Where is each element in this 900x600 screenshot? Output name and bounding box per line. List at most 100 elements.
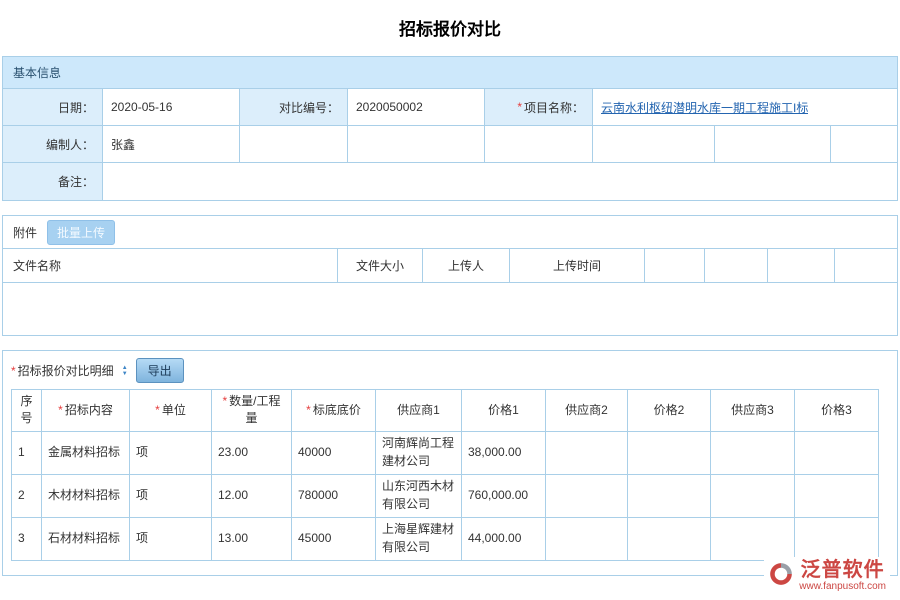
empty-cell-group [593,126,897,163]
cell-supplier1: 河南辉尚工程建材公司 [376,431,462,474]
cell-quantity: 12.00 [212,474,292,517]
detail-title-row: *招标报价对比明细 ▲▼ 导出 [3,351,897,389]
required-asterisk: * [306,403,311,417]
cell-supplier1: 山东河西木材有限公司 [376,474,462,517]
cell-price2 [628,517,711,560]
author-label-text: 编制人： [46,136,94,153]
table-row[interactable]: 1 金属材料招标 项 23.00 40000 河南辉尚工程建材公司 38,000… [12,431,879,474]
required-asterisk: * [222,394,227,408]
cell-supplier3 [711,474,795,517]
author-label: 编制人： [3,126,103,163]
compare-no-label: 对比编号： [240,89,348,126]
attachments-section: 附件 批量上传 文件名称 文件大小 上传人 上传时间 [2,215,898,336]
basic-row-3: 备注： [3,163,897,200]
detail-table: 序号 *招标内容 *单位 *数量/工程量 *标底底价 供应商1 价格1 供应商2… [11,389,879,561]
author-field[interactable]: 张鑫 [103,126,240,163]
cell-price1: 760,000.00 [462,474,546,517]
export-button[interactable]: 导出 [136,358,184,383]
cell-price2 [628,474,711,517]
footer-brand: 泛普软件 www.fanpusoft.com [764,557,890,594]
col-base-price: *标底底价 [292,390,376,432]
col-supplier3: 供应商3 [711,390,795,432]
remark-label: 备注： [3,163,103,200]
project-name-label: *项目名称： [485,89,593,126]
cell-base-price: 45000 [292,517,376,560]
remark-field[interactable] [103,163,897,200]
cell-supplier2 [546,431,628,474]
col-unit: *单位 [130,390,212,432]
attach-col-filesize: 文件大小 [338,249,423,282]
cell-supplier1: 上海星辉建材有限公司 [376,517,462,560]
table-row[interactable]: 2 木材材料招标 项 12.00 780000 山东河西木材有限公司 760,0… [12,474,879,517]
detail-section: *招标报价对比明细 ▲▼ 导出 序号 *招标内容 *单位 *数量/工程量 *标底… [2,350,898,576]
cell-price3 [795,474,879,517]
col-price2: 价格2 [628,390,711,432]
cell-base-price: 780000 [292,474,376,517]
required-asterisk: * [517,100,522,114]
compare-no-value: 2020050002 [356,100,423,114]
attachments-title: 附件 [13,224,37,241]
cell-price1: 44,000.00 [462,517,546,560]
empty-cell [348,126,485,163]
empty-subcell [831,126,897,162]
attach-col-uploader: 上传人 [423,249,510,282]
empty-cell [240,126,348,163]
required-asterisk: * [58,403,63,417]
arrow-down-icon: ▼ [122,371,128,377]
required-asterisk: * [155,403,160,417]
sort-toggle-icon[interactable]: ▲▼ [122,365,128,377]
table-row[interactable]: 3 石材材料招标 项 13.00 45000 上海星辉建材有限公司 44,000… [12,517,879,560]
cell-unit: 项 [130,431,212,474]
cell-supplier2 [546,517,628,560]
cell-price1: 38,000.00 [462,431,546,474]
col-price1: 价格1 [462,390,546,432]
brand-name: 泛普软件 [799,559,886,581]
cell-supplier2 [546,474,628,517]
col-content: *招标内容 [42,390,130,432]
cell-seq: 3 [12,517,42,560]
attach-col-empty [835,249,897,282]
cell-supplier3 [711,431,795,474]
cell-base-price: 40000 [292,431,376,474]
basic-info-header: 基本信息 [3,57,897,89]
brand-website: www.fanpusoft.com [799,581,886,592]
empty-subcell [715,126,831,162]
cell-supplier3 [711,517,795,560]
detail-header-row: 序号 *招标内容 *单位 *数量/工程量 *标底底价 供应商1 价格1 供应商2… [12,390,879,432]
date-value: 2020-05-16 [111,100,172,114]
cell-content: 金属材料招标 [42,431,130,474]
cell-price3 [795,431,879,474]
project-name-label-text: 项目名称： [524,99,584,116]
batch-upload-button[interactable]: 批量上传 [47,220,115,245]
attachments-table-header: 文件名称 文件大小 上传人 上传时间 [3,248,897,283]
author-value: 张鑫 [111,136,135,153]
date-label: 日期： [3,89,103,126]
cell-quantity: 23.00 [212,431,292,474]
compare-no-label-text: 对比编号： [279,99,339,116]
project-name-field: 云南水利枢纽潜明水库一期工程施工I标 [593,89,897,126]
cell-quantity: 13.00 [212,517,292,560]
basic-info-section: 基本信息 日期： 2020-05-16 对比编号： 2020050002 *项目… [2,56,898,201]
cell-content: 木材材料招标 [42,474,130,517]
detail-title: *招标报价对比明细 [11,362,114,379]
date-field[interactable]: 2020-05-16 [103,89,240,126]
col-price3: 价格3 [795,390,879,432]
empty-cell [485,126,593,163]
col-supplier1: 供应商1 [376,390,462,432]
col-seq: 序号 [12,390,42,432]
project-name-link[interactable]: 云南水利枢纽潜明水库一期工程施工I标 [601,99,808,116]
basic-row-1: 日期： 2020-05-16 对比编号： 2020050002 *项目名称： 云… [3,89,897,126]
col-quantity: *数量/工程量 [212,390,292,432]
cell-content: 石材材料招标 [42,517,130,560]
required-asterisk: * [11,364,16,378]
page-title: 招标报价对比 [0,0,900,56]
compare-no-field[interactable]: 2020050002 [348,89,485,126]
attachments-title-row: 附件 批量上传 [3,216,897,248]
attachments-empty-area [3,283,897,335]
attach-col-empty [768,249,835,282]
cell-price2 [628,431,711,474]
basic-row-2: 编制人： 张鑫 [3,126,897,163]
cell-seq: 2 [12,474,42,517]
attach-col-uploadtime: 上传时间 [510,249,645,282]
empty-subcell [593,126,715,162]
